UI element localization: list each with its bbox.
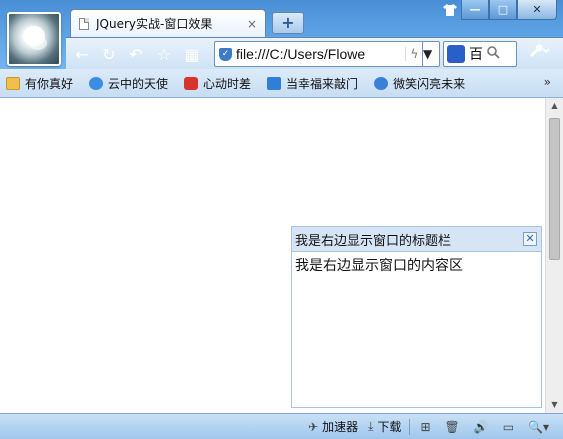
apps-icon[interactable]: ▦ — [182, 44, 202, 64]
bookmark-label: 微笑闪亮未来 — [393, 76, 466, 91]
download-label: 下载 — [377, 420, 402, 434]
new-tab-button[interactable]: + — [272, 12, 304, 34]
side-window-content: 我是右边显示窗口的内容区 — [295, 258, 463, 274]
tools-wrench-icon[interactable] — [528, 43, 550, 61]
volume-icon[interactable]: 🔊 — [474, 420, 493, 434]
bookmark-label: 云中的天使 — [108, 76, 169, 91]
avatar[interactable] — [7, 12, 61, 66]
back-icon[interactable]: ← — [72, 44, 92, 64]
refresh-icon[interactable]: ↻ — [99, 44, 119, 64]
undo-icon[interactable]: ↶ — [126, 44, 146, 64]
download-icon: ⤓ — [368, 419, 374, 433]
tab-close-icon[interactable]: × — [247, 17, 257, 31]
lightning-icon[interactable]: ϟ — [405, 47, 423, 61]
bookmark-item[interactable]: 心动时差 — [184, 75, 251, 92]
smile-icon — [374, 76, 389, 90]
bookmark-label: 当幸福来敲门 — [286, 76, 359, 91]
address-input[interactable]: file:///C:/Users/Flowe — [236, 46, 405, 62]
screen-icon[interactable]: ▭ — [503, 420, 518, 434]
folder-icon — [6, 76, 20, 90]
scroll-up-arrow-icon[interactable]: ▲ — [546, 98, 563, 114]
restore-button[interactable]: □ — [489, 0, 517, 20]
bookmark-item[interactable]: 云中的天使 — [89, 75, 168, 92]
status-divider — [409, 418, 411, 435]
accelerator-label: 加速器 — [322, 420, 359, 434]
bookmark-item[interactable]: 微笑闪亮未来 — [374, 75, 465, 92]
tab-title: JQuery实战-窗口效果 — [96, 17, 213, 31]
cloud-icon — [89, 76, 104, 90]
download-button[interactable]: ⤓ 下载 — [368, 418, 401, 435]
search-box[interactable]: 🐾 百 — [443, 41, 517, 67]
vertical-scrollbar[interactable]: ▲ ▼ — [545, 98, 563, 413]
trash-icon[interactable]: 🗑 — [445, 420, 464, 434]
bookmark-label: 有你真好 — [25, 76, 74, 91]
side-window-title: 我是右边显示窗口的标题栏 — [295, 233, 452, 249]
search-engine-label: 百 — [469, 47, 483, 63]
side-window-titlebar: 我是右边显示窗口的标题栏 ✕ — [292, 227, 541, 252]
zoom-icon[interactable]: 🔍▾ — [528, 420, 553, 434]
address-bar[interactable]: ✓ file:///C:/Users/Flowe ϟ — [214, 41, 424, 67]
search-icon[interactable] — [487, 45, 500, 63]
minimize-button[interactable]: — — [461, 0, 489, 20]
navigation-bar: ← ↻ ↶ ☆ ▦ ✓ file:///C:/Users/Flowe ϟ ▼ 🐾… — [66, 37, 563, 69]
star-icon[interactable]: ☆ — [154, 44, 174, 64]
side-popup-window: 我是右边显示窗口的标题栏 ✕ 我是右边显示窗口的内容区 — [291, 226, 542, 408]
add-window-icon[interactable]: ⊞ — [420, 420, 434, 434]
scrollbar-thumb[interactable] — [549, 118, 560, 260]
rocket-icon: ✈ — [308, 419, 319, 434]
tshirt-icon[interactable] — [439, 0, 461, 20]
tab-active[interactable]: JQuery实战-窗口效果 × — [70, 9, 266, 37]
bookmark-item[interactable]: 当幸福来敲门 — [267, 75, 358, 92]
bookmark-item[interactable]: 有你真好 — [6, 75, 73, 92]
side-window-close-icon[interactable]: ✕ — [523, 232, 537, 246]
heart-icon — [184, 76, 199, 90]
document-icon — [79, 17, 89, 30]
bookmarks-bar: 有你真好 云中的天使 心动时差 当幸福来敲门 微笑闪亮未来 » — [0, 69, 563, 98]
window-controls: — □ ✕ — [439, 0, 557, 20]
bookmarks-more-button[interactable]: » — [544, 75, 551, 89]
shield-icon: ✓ — [219, 47, 232, 61]
status-bar: ✈ 加速器 ⤓ 下载 ⊞ 🗑 🔊 ▭ 🔍▾ — [0, 413, 563, 439]
window-close-button[interactable]: ✕ — [517, 0, 557, 20]
arrow-icon — [267, 76, 282, 90]
bookmark-label: 心动时差 — [203, 76, 252, 91]
scroll-down-arrow-icon[interactable]: ▼ — [546, 397, 563, 413]
accelerator-button[interactable]: ✈ 加速器 — [308, 418, 358, 435]
baidu-paw-icon: 🐾 — [447, 45, 465, 63]
address-dropdown-button[interactable]: ▼ — [422, 41, 440, 67]
